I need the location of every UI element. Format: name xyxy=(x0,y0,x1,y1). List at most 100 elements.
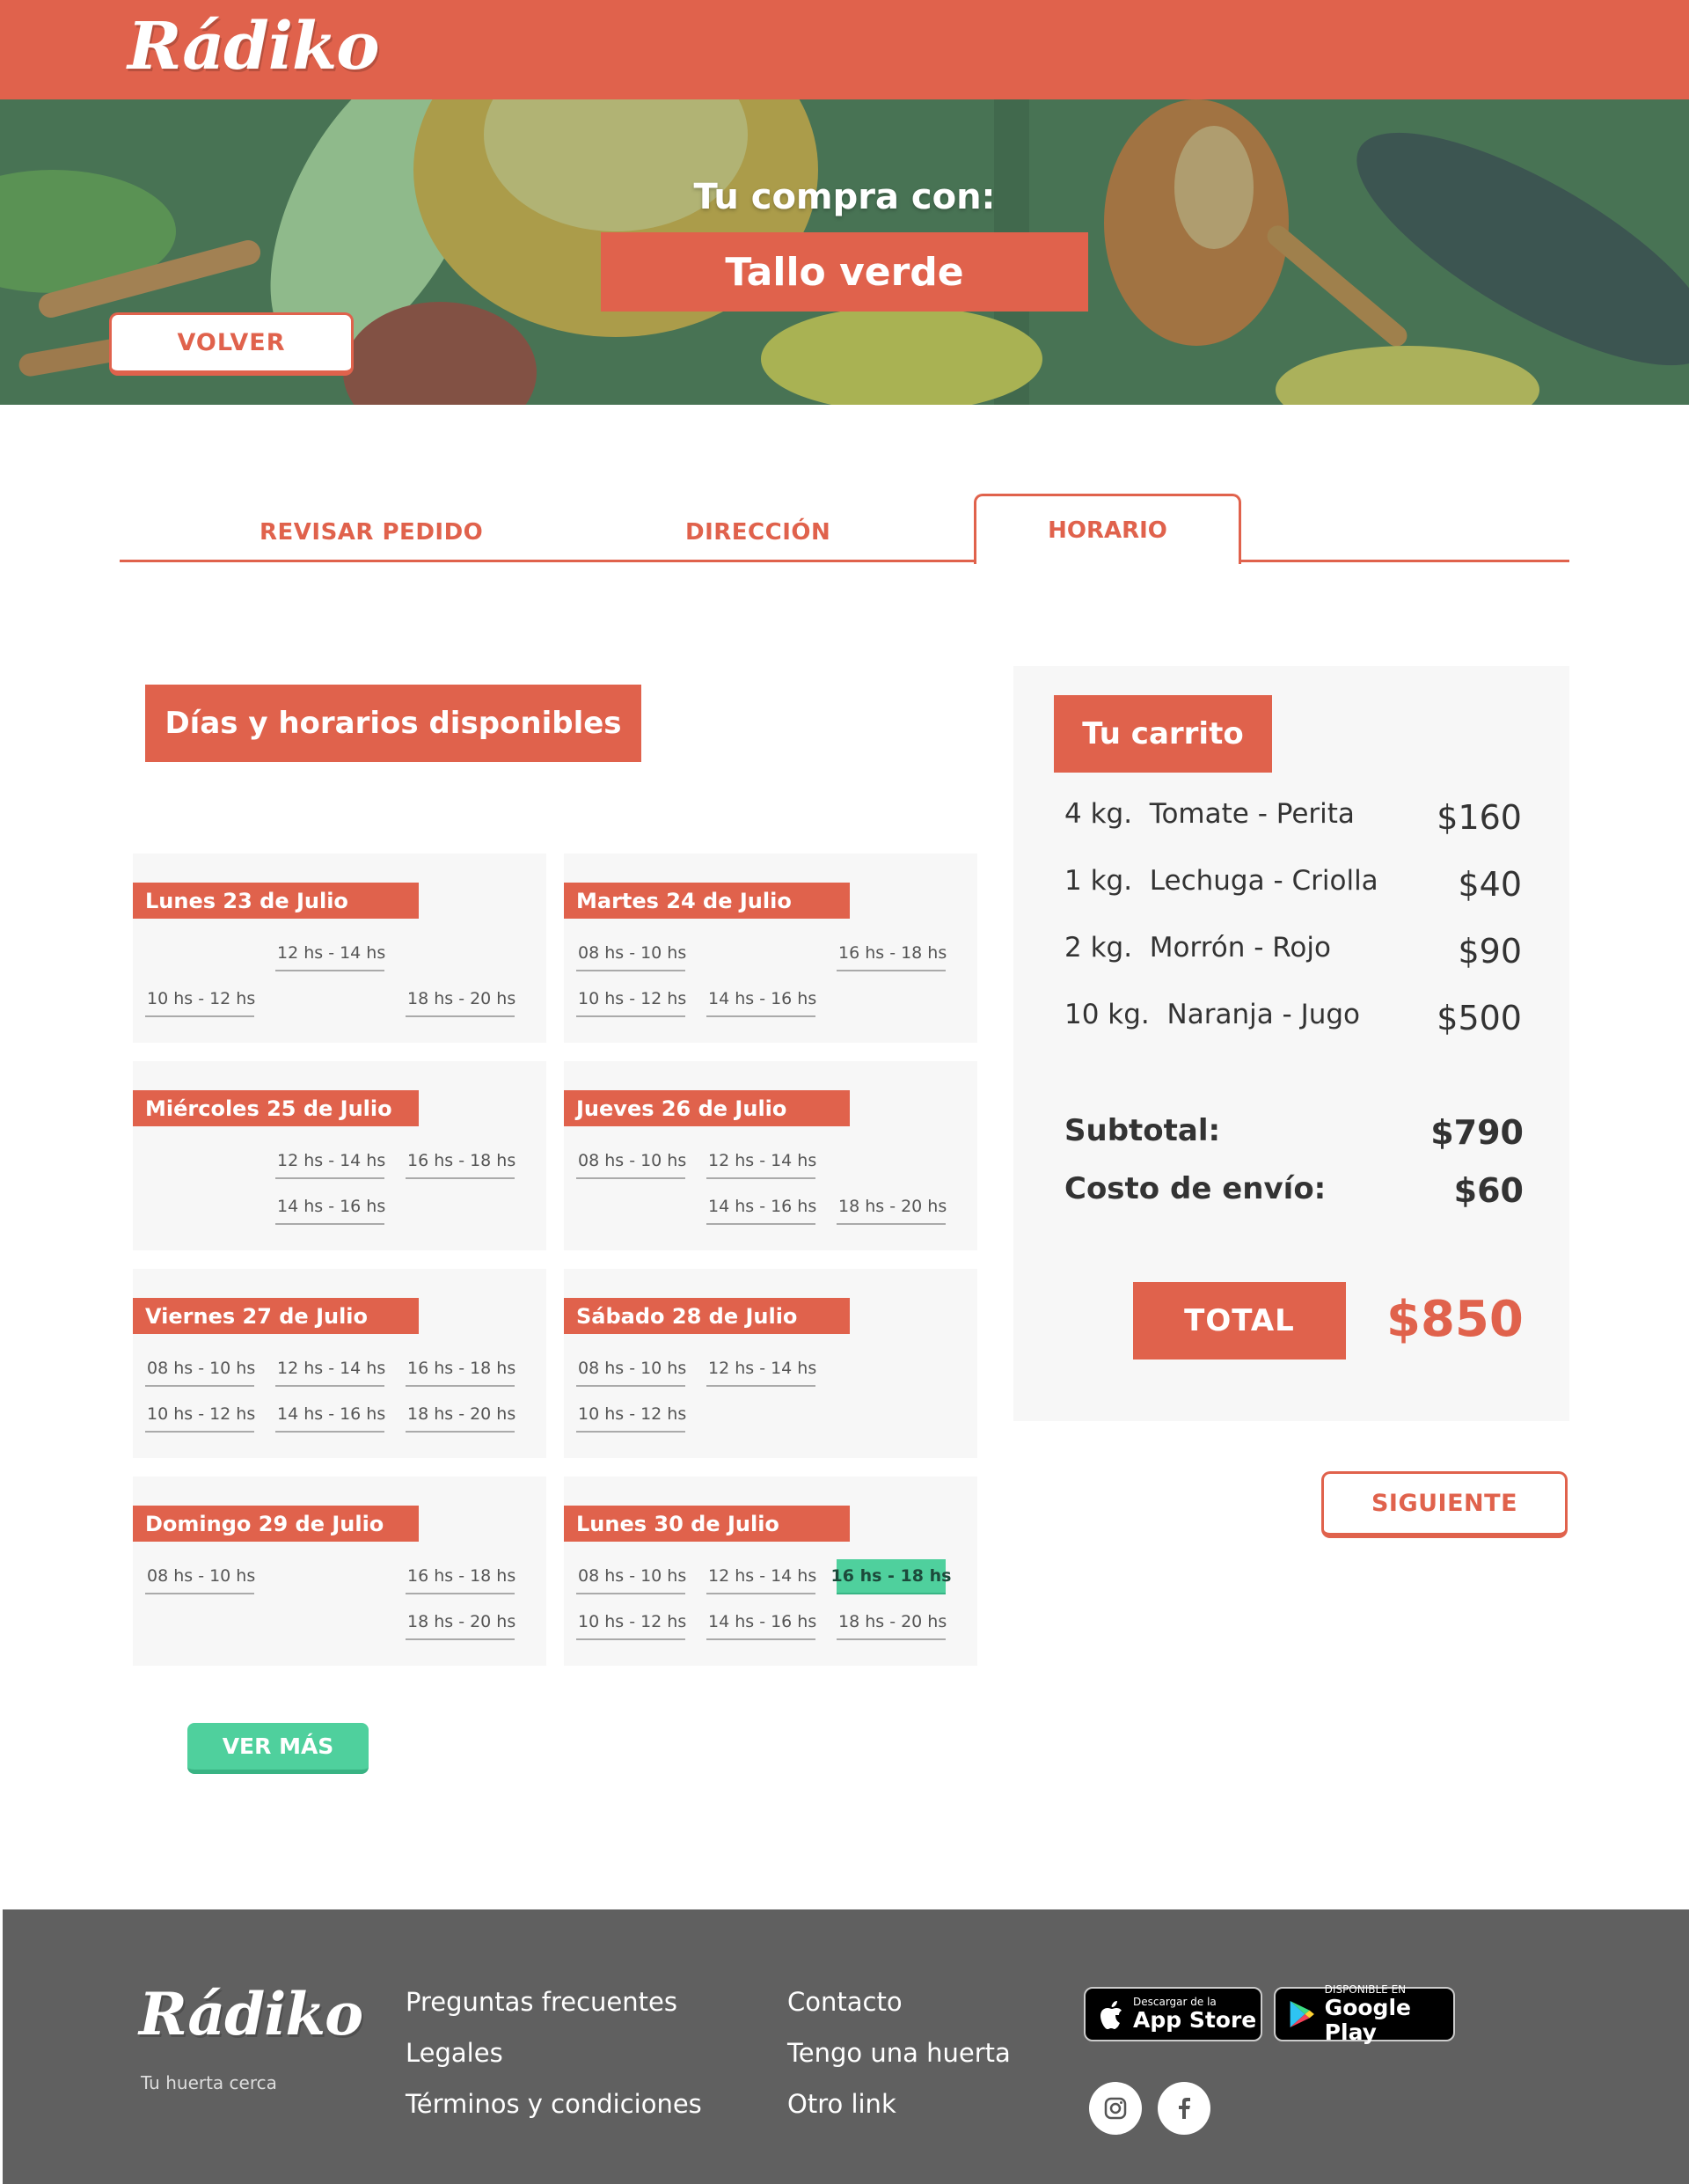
cart-item: 4 kg. Tomate - Perita $160 xyxy=(1064,798,1522,837)
time-slot[interactable]: 08 hs - 10 hs xyxy=(145,1559,255,1594)
time-slot[interactable]: 18 hs - 20 hs xyxy=(406,1605,515,1640)
cart-item: 2 kg. Morrón - Rojo $90 xyxy=(1064,932,1522,971)
footer-link-contact[interactable]: Contacto xyxy=(787,1987,903,2017)
total-value: $850 xyxy=(1386,1291,1524,1348)
see-more-button[interactable]: VER MÁS xyxy=(187,1723,369,1774)
time-slot[interactable]: 10 hs - 12 hs xyxy=(145,982,255,1017)
time-slot[interactable]: 12 hs - 14 hs xyxy=(706,1559,816,1594)
time-slot[interactable]: 10 hs - 12 hs xyxy=(576,1397,686,1433)
tab-review-order[interactable]: REVISAR PEDIDO xyxy=(260,519,483,546)
time-slot[interactable]: 14 hs - 16 hs xyxy=(706,982,816,1017)
cart-item-name: Tomate - Perita xyxy=(1149,798,1355,830)
time-slot[interactable]: 16 hs - 18 hs xyxy=(406,1352,515,1387)
brand-logo[interactable]: Rádiko xyxy=(128,9,380,84)
day-label: Lunes 23 de Julio xyxy=(133,883,419,919)
cart-title: Tu carrito xyxy=(1054,695,1272,773)
time-slot[interactable]: 18 hs - 20 hs xyxy=(406,982,515,1017)
tabs-underline xyxy=(120,560,1569,562)
footer-tagline: Tu huerta cerca xyxy=(141,2072,277,2093)
cart-item-price: $160 xyxy=(1437,798,1522,837)
time-slot[interactable]: 12 hs - 14 hs xyxy=(275,1144,385,1179)
time-slot[interactable]: 08 hs - 10 hs xyxy=(576,1352,686,1387)
subtotal-row: Subtotal: $790 xyxy=(1064,1113,1524,1152)
time-slot[interactable]: 16 hs - 18 hs xyxy=(406,1144,515,1179)
instagram-icon[interactable] xyxy=(1089,2082,1142,2135)
cart-item-qty: 2 kg. xyxy=(1064,932,1133,964)
footer-link-legal[interactable]: Legales xyxy=(406,2038,503,2068)
google-play-small: DISPONIBLE EN xyxy=(1324,1983,1407,1996)
time-slot[interactable]: 18 hs - 20 hs xyxy=(406,1397,515,1433)
google-play-badge[interactable]: DISPONIBLE EN Google Play xyxy=(1274,1983,1455,2045)
hero-subtitle: Tu compra con: xyxy=(693,177,996,217)
cart-item-qty: 4 kg. xyxy=(1064,798,1133,830)
cart-item-price: $500 xyxy=(1437,999,1522,1037)
tab-schedule[interactable]: HORARIO xyxy=(974,494,1241,564)
cart-item-name: Morrón - Rojo xyxy=(1149,932,1331,964)
footer-link-terms[interactable]: Términos y condiciones xyxy=(406,2089,702,2119)
day-label: Miércoles 25 de Julio xyxy=(133,1090,419,1126)
time-slot[interactable]: 12 hs - 14 hs xyxy=(275,1352,385,1387)
time-slot-selected[interactable]: 16 hs - 18 hs xyxy=(831,1559,951,1594)
day-card: Viernes 27 de Julio 08 hs - 10 hs 12 hs … xyxy=(133,1269,546,1458)
cart-item-qty: 10 kg. xyxy=(1064,999,1150,1030)
day-card: Sábado 28 de Julio 08 hs - 10 hs 12 hs -… xyxy=(564,1269,977,1458)
time-slot[interactable]: 18 hs - 20 hs xyxy=(837,1605,947,1640)
app-store-small: Descargar de la xyxy=(1133,1996,1217,2008)
subtotal-value: $790 xyxy=(1430,1113,1524,1152)
app-store-big: App Store xyxy=(1133,2007,1257,2033)
cart-item-name: Naranja - Jugo xyxy=(1166,999,1361,1030)
time-slot[interactable]: 08 hs - 10 hs xyxy=(576,1559,686,1594)
cart-item-price: $90 xyxy=(1458,932,1522,971)
time-slot[interactable]: 14 hs - 16 hs xyxy=(706,1190,816,1225)
tab-address[interactable]: DIRECCIÓN xyxy=(685,519,830,546)
time-slot[interactable]: 14 hs - 16 hs xyxy=(706,1605,816,1640)
day-label: Lunes 30 de Julio xyxy=(564,1506,850,1542)
cart-item-qty: 1 kg. xyxy=(1064,865,1133,897)
app-store-badge[interactable]: Descargar de la App Store xyxy=(1084,1987,1262,2041)
time-slot[interactable]: 10 hs - 12 hs xyxy=(145,1397,255,1433)
time-slot[interactable]: 08 hs - 10 hs xyxy=(145,1352,255,1387)
shipping-value: $60 xyxy=(1453,1171,1524,1210)
facebook-icon[interactable] xyxy=(1158,2082,1210,2135)
google-play-icon xyxy=(1290,2001,1314,2027)
cart-item-name: Lechuga - Criolla xyxy=(1149,865,1378,897)
footer-link-other[interactable]: Otro link xyxy=(787,2089,896,2119)
time-slot[interactable]: 10 hs - 12 hs xyxy=(576,1605,686,1640)
subtotal-label: Subtotal: xyxy=(1064,1113,1221,1148)
day-card: Jueves 26 de Julio 08 hs - 10 hs 12 hs -… xyxy=(564,1061,977,1250)
shipping-label: Costo de envío: xyxy=(1064,1171,1327,1206)
time-slot[interactable]: 16 hs - 18 hs xyxy=(406,1559,515,1594)
time-slot[interactable]: 12 hs - 14 hs xyxy=(275,936,385,971)
footer: Rádiko Tu huerta cerca Preguntas frecuen… xyxy=(3,1909,1689,2184)
cart-item: 1 kg. Lechuga - Criolla $40 xyxy=(1064,865,1522,904)
footer-link-garden[interactable]: Tengo una huerta xyxy=(787,2038,1011,2068)
top-bar: Rádiko xyxy=(0,0,1689,99)
time-slot[interactable]: 10 hs - 12 hs xyxy=(576,982,686,1017)
day-card: Domingo 29 de Julio 08 hs - 10 hs 16 hs … xyxy=(133,1477,546,1666)
cart-item-price: $40 xyxy=(1458,865,1522,904)
time-slot[interactable]: 12 hs - 14 hs xyxy=(706,1144,816,1179)
shipping-row: Costo de envío: $60 xyxy=(1064,1171,1524,1210)
day-label: Jueves 26 de Julio xyxy=(564,1090,850,1126)
cart-item: 10 kg. Naranja - Jugo $500 xyxy=(1064,999,1522,1037)
day-label: Sábado 28 de Julio xyxy=(564,1298,850,1334)
back-button[interactable]: VOLVER xyxy=(109,312,354,376)
time-slot[interactable]: 08 hs - 10 hs xyxy=(576,936,686,971)
time-slot[interactable]: 14 hs - 16 hs xyxy=(275,1397,385,1433)
time-slot[interactable]: 08 hs - 10 hs xyxy=(576,1144,686,1179)
footer-link-faq[interactable]: Preguntas frecuentes xyxy=(406,1987,677,2017)
day-card: Martes 24 de Julio 08 hs - 10 hs 16 hs -… xyxy=(564,854,977,1043)
time-slot[interactable]: 18 hs - 20 hs xyxy=(837,1190,947,1225)
time-slot[interactable]: 12 hs - 14 hs xyxy=(706,1352,816,1387)
footer-logo[interactable]: Rádiko xyxy=(139,1980,363,2048)
schedule-title: Días y horarios disponibles xyxy=(145,685,641,762)
time-slot[interactable]: 16 hs - 18 hs xyxy=(837,936,947,971)
apple-icon xyxy=(1100,2001,1122,2029)
day-label: Martes 24 de Julio xyxy=(564,883,850,919)
day-card: Miércoles 25 de Julio 12 hs - 14 hs 16 h… xyxy=(133,1061,546,1250)
store-name: Tallo verde xyxy=(601,232,1088,311)
time-slot[interactable]: 14 hs - 16 hs xyxy=(275,1190,385,1225)
next-button[interactable]: SIGUIENTE xyxy=(1321,1471,1568,1538)
day-card: Lunes 23 de Julio 12 hs - 14 hs 10 hs - … xyxy=(133,854,546,1043)
total-label: TOTAL xyxy=(1133,1282,1346,1360)
